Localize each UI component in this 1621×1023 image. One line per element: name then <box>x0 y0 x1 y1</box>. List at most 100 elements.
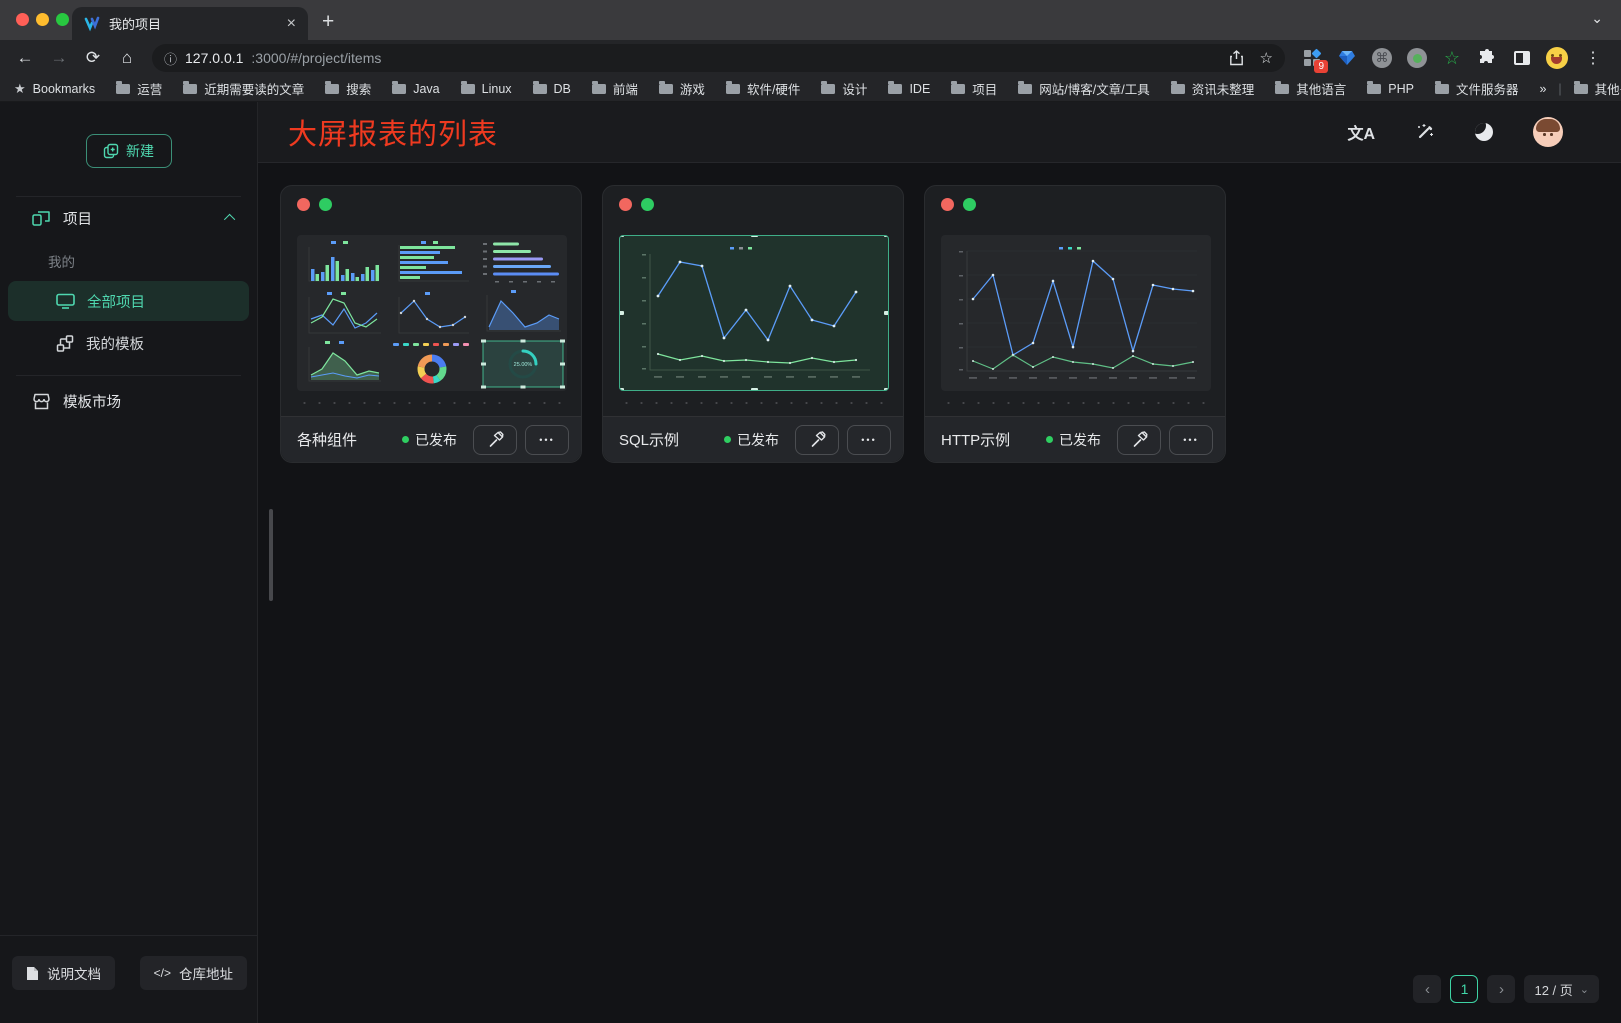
extensions-row: 9 ⌘ ☆ ⋮ <box>1295 47 1611 69</box>
side-panel-icon[interactable] <box>1511 47 1533 69</box>
project-card[interactable]: HTTP示例 已发布 <box>924 185 1226 463</box>
magic-wand-icon[interactable] <box>1415 122 1435 142</box>
tab-title: 我的项目 <box>109 14 278 33</box>
bookmark-folder[interactable]: Java <box>392 82 439 96</box>
command-extension-icon[interactable]: ⌘ <box>1371 47 1393 69</box>
sidebar-item-template-market[interactable]: 模板市场 <box>0 380 257 422</box>
prev-page-button[interactable]: ‹ <box>1413 975 1441 1003</box>
home-button[interactable]: ⌂ <box>112 43 142 73</box>
folder-icon <box>461 84 475 94</box>
star-extension-icon[interactable]: ☆ <box>1441 47 1463 69</box>
language-icon[interactable]: 文A <box>1347 120 1375 144</box>
other-bookmarks-folder[interactable]: 其他书签 <box>1574 79 1621 98</box>
bookmark-folder[interactable]: PHP <box>1367 82 1414 96</box>
bookmark-folder[interactable]: 项目 <box>951 79 997 98</box>
gem-extension-icon[interactable] <box>1336 47 1358 69</box>
browser-menu-icon[interactable]: ⋮ <box>1581 48 1605 68</box>
sidebar-section-projects[interactable]: 项目 <box>0 197 257 239</box>
tab-search-icon[interactable]: ⌄ <box>1591 10 1603 27</box>
folder-icon <box>1367 84 1381 94</box>
card-dots-separator <box>297 402 565 404</box>
window-zoom-button[interactable] <box>56 13 69 26</box>
share-icon[interactable] <box>1229 50 1244 66</box>
bookmark-folder[interactable]: 前端 <box>592 79 638 98</box>
collapse-chevron-icon[interactable] <box>224 214 235 225</box>
more-actions-button[interactable]: ••• <box>1169 425 1213 455</box>
card-footer: SQL示例 已发布 • <box>603 416 903 462</box>
page-size-select[interactable]: 12 / 页 ⌄ <box>1524 975 1599 1003</box>
current-page-button[interactable]: 1 <box>1450 975 1478 1003</box>
edit-hammer-button[interactable] <box>1117 425 1161 455</box>
window-close-button[interactable] <box>16 13 29 26</box>
profile-avatar[interactable] <box>1546 47 1568 69</box>
bookmark-folder[interactable]: 资讯未整理 <box>1171 79 1255 98</box>
project-card[interactable]: 25.00% 各种组件 已发布 <box>280 185 582 463</box>
recorder-extension-icon[interactable] <box>1406 47 1428 69</box>
repo-button[interactable]: </> 仓库地址 <box>140 956 247 990</box>
star-icon: ★ <box>14 81 26 97</box>
bookmark-folder[interactable]: 运营 <box>116 79 162 98</box>
extension-grid-icon[interactable]: 9 <box>1301 47 1323 69</box>
folder-icon <box>726 84 740 94</box>
edit-hammer-button[interactable] <box>473 425 517 455</box>
window-minimize-button[interactable] <box>36 13 49 26</box>
bookmark-folder[interactable]: DB <box>533 82 571 96</box>
browser-tab[interactable]: 我的项目 × <box>72 7 308 40</box>
publish-status: 已发布 <box>724 430 779 450</box>
page-title: 大屏报表的列表 <box>288 111 1347 153</box>
bookmark-folder[interactable]: 搜索 <box>325 79 371 98</box>
card-dots-separator <box>941 402 1209 404</box>
bookmark-folder[interactable]: 设计 <box>821 79 867 98</box>
site-info-icon[interactable]: ⓘ <box>164 49 177 68</box>
hammer-icon <box>1131 431 1148 448</box>
dark-mode-moon-icon[interactable] <box>1475 123 1493 141</box>
sidebar-item-all-projects[interactable]: 全部项目 <box>8 281 249 321</box>
new-project-button[interactable]: 新建 <box>86 134 172 168</box>
address-bar[interactable]: ⓘ 127.0.0.1 :3000/#/project/items ☆ <box>152 44 1285 72</box>
back-button[interactable]: ← <box>10 43 40 73</box>
document-icon <box>26 966 39 981</box>
ellipsis-icon: ••• <box>861 435 876 445</box>
sidebar-divider <box>16 375 241 376</box>
folder-icon <box>821 84 835 94</box>
bookmark-folder[interactable]: 文件服务器 <box>1435 79 1519 98</box>
next-page-button[interactable]: › <box>1487 975 1515 1003</box>
tab-close-icon[interactable]: × <box>287 16 296 32</box>
scrollbar-thumb[interactable] <box>269 509 273 601</box>
card-footer: HTTP示例 已发布 <box>925 416 1225 462</box>
project-card[interactable]: SQL示例 已发布 • <box>602 185 904 463</box>
docs-button[interactable]: 说明文档 <box>12 956 115 990</box>
extensions-puzzle-icon[interactable] <box>1476 47 1498 69</box>
reload-button[interactable]: ⟳ <box>78 43 108 73</box>
folder-icon <box>116 84 130 94</box>
sidebar-item-my-templates[interactable]: 我的模板 <box>8 323 249 363</box>
browser-window: 我的项目 × + ⌄ ← → ⟳ ⌂ ⓘ 127.0.0.1 :3000/#/p… <box>0 0 1621 1023</box>
extension-badge: 9 <box>1314 60 1328 73</box>
project-card-list: 25.00% 各种组件 已发布 <box>258 163 1621 463</box>
card-decor-dots <box>619 198 654 211</box>
bookmark-folder[interactable]: 网站/博客/文章/工具 <box>1018 79 1149 98</box>
forward-button[interactable]: → <box>44 43 74 73</box>
user-avatar[interactable] <box>1533 117 1563 147</box>
folder-icon <box>183 84 197 94</box>
more-actions-button[interactable]: ••• <box>847 425 891 455</box>
bookmarks-bar: ★ Bookmarks 运营 近期需要读的文章 搜索 Java Linux DB… <box>0 76 1621 102</box>
bookmark-folder[interactable]: 其他语言 <box>1275 79 1346 98</box>
bookmarks-overflow-icon[interactable]: » <box>1539 82 1546 96</box>
screens-icon <box>32 210 51 227</box>
bookmark-folder[interactable]: 近期需要读的文章 <box>183 79 304 98</box>
bookmark-page-icon[interactable]: ☆ <box>1260 49 1273 67</box>
storefront-icon <box>32 393 51 410</box>
folder-icon <box>1275 84 1289 94</box>
more-actions-button[interactable]: ••• <box>525 425 569 455</box>
bookmark-folder[interactable]: 软件/硬件 <box>726 79 800 98</box>
bookmark-folder[interactable]: IDE <box>888 82 930 96</box>
new-tab-button[interactable]: + <box>322 10 334 34</box>
hammer-icon <box>809 431 826 448</box>
bookmark-folder[interactable]: Linux <box>461 82 512 96</box>
bookmarks-divider: | <box>1558 82 1561 96</box>
bookmark-folder[interactable]: 游戏 <box>659 79 705 98</box>
bookmarks-root[interactable]: ★ Bookmarks <box>14 81 95 97</box>
ellipsis-icon: ••• <box>539 435 554 445</box>
edit-hammer-button[interactable] <box>795 425 839 455</box>
